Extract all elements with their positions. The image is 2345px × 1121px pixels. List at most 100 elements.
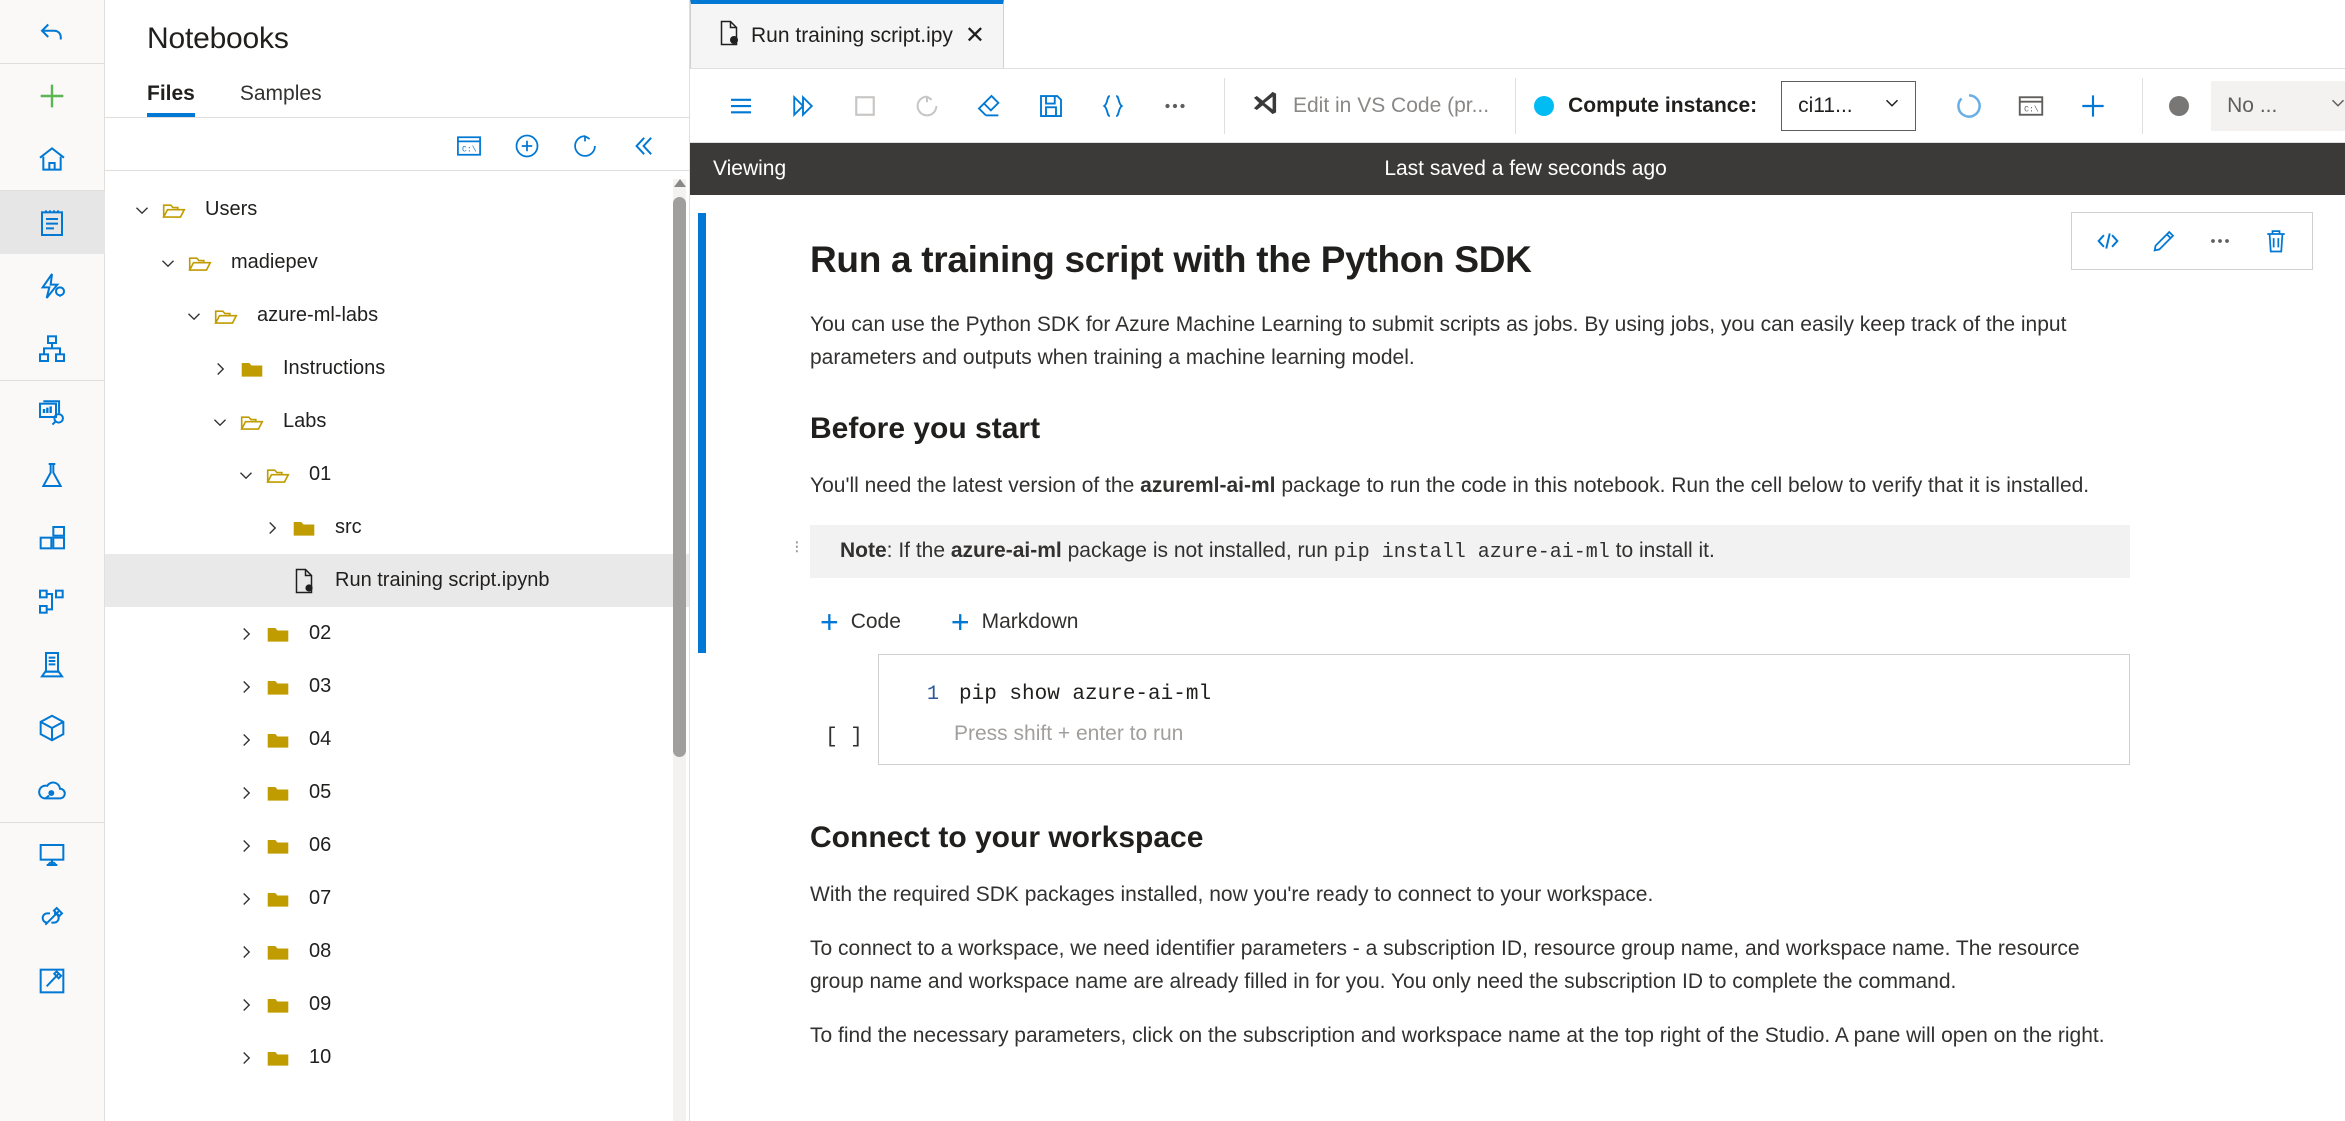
terminal-icon[interactable]: C:\ [2000, 75, 2062, 137]
add-compute-icon[interactable] [2062, 75, 2124, 137]
file-tree-scrollbar[interactable] [673, 179, 686, 1121]
add-markdown-cell-button[interactable]: + Markdown [951, 606, 1079, 638]
refresh-icon[interactable] [571, 132, 599, 160]
chevron-down-icon[interactable] [153, 252, 183, 274]
scrollbar-thumb[interactable] [673, 197, 686, 757]
models-icon[interactable] [0, 696, 105, 759]
chevron-right-icon[interactable] [231, 1047, 261, 1069]
linked-services-icon[interactable] [0, 886, 105, 949]
chevron-down-icon[interactable] [179, 305, 209, 327]
tree-item-03[interactable]: 03 [105, 660, 689, 713]
create-new-icon[interactable] [0, 64, 105, 127]
clear-outputs-icon[interactable] [958, 75, 1020, 137]
environments-icon[interactable] [0, 633, 105, 696]
more-icon[interactable] [1144, 75, 1206, 137]
folder-open-icon [183, 250, 217, 276]
notebook-heading-1: Run a training script with the Python SD… [810, 239, 1532, 280]
chevron-right-icon[interactable] [205, 358, 235, 380]
chevron-right-icon[interactable] [231, 729, 261, 751]
chevron-right-icon[interactable] [231, 676, 261, 698]
tree-item-07[interactable]: 07 [105, 872, 689, 925]
chevron-right-icon[interactable] [231, 994, 261, 1016]
home-icon[interactable] [0, 127, 105, 190]
edit-in-vs-code-button[interactable]: Edit in VS Code (pr... [1243, 89, 1497, 123]
tree-item-10[interactable]: 10 [105, 1031, 689, 1084]
tree-item-label: azure-ml-labs [257, 304, 379, 326]
tree-item-labs[interactable]: Labs [105, 395, 689, 448]
tab-samples[interactable]: Samples [240, 82, 322, 117]
chevron-right-icon[interactable] [231, 835, 261, 857]
compute-status-dot [1534, 95, 1555, 116]
tree-item-04[interactable]: 04 [105, 713, 689, 766]
code-cell[interactable]: 1 pip show azure-ai-ml Press shift + ent… [878, 653, 2130, 765]
tree-item-05[interactable]: 05 [105, 766, 689, 819]
tree-item-label: 07 [309, 887, 332, 909]
automated-ml-icon[interactable] [0, 254, 105, 317]
tree-item-02[interactable]: 02 [105, 607, 689, 660]
endpoints-icon[interactable] [0, 759, 105, 822]
pipelines-icon[interactable] [0, 570, 105, 633]
notebook-paragraph-version: You'll need the latest version of the az… [810, 470, 2130, 503]
chevron-down-icon[interactable] [205, 411, 235, 433]
jobs-icon[interactable] [0, 444, 105, 507]
chevron-right-icon[interactable] [231, 941, 261, 963]
tree-item-madiepev[interactable]: madiepev [105, 236, 689, 289]
add-cell-row: + Code + Markdown [820, 606, 2130, 638]
kernel-status-dot [2169, 95, 2190, 116]
notebook-paragraph-findparams: To find the necessary parameters, click … [810, 1024, 2105, 1048]
tree-item-08[interactable]: 08 [105, 925, 689, 978]
notebooks-icon[interactable] [0, 191, 105, 254]
scroll-up-arrow-icon[interactable] [674, 179, 686, 187]
chevron-down-icon[interactable] [231, 464, 261, 486]
rail-group-create [0, 64, 104, 190]
json-icon[interactable] [1082, 75, 1144, 137]
kernel-select[interactable]: No ... [2211, 80, 2345, 131]
tree-item-azure-ml-labs[interactable]: azure-ml-labs [105, 289, 689, 342]
chevron-down-icon[interactable] [127, 199, 157, 221]
tab-files[interactable]: Files [147, 82, 195, 117]
add-code-cell-button[interactable]: + Code [820, 606, 901, 638]
close-icon[interactable]: ✕ [963, 24, 985, 48]
save-icon[interactable] [1020, 75, 1082, 137]
folder-closed-icon [261, 621, 295, 647]
tree-item-06[interactable]: 06 [105, 819, 689, 872]
stop-icon[interactable] [834, 75, 896, 137]
chevron-right-icon[interactable] [231, 623, 261, 645]
menu-icon[interactable] [710, 75, 772, 137]
convert-to-code-icon[interactable] [2090, 223, 2126, 259]
data-icon[interactable] [0, 381, 105, 444]
back-arrow-icon[interactable] [0, 0, 105, 63]
designer-icon[interactable] [0, 317, 105, 380]
notebook-status-bar: Viewing Last saved a few seconds ago [690, 143, 2345, 195]
tree-item-src[interactable]: src [105, 501, 689, 554]
vs-code-icon [1251, 89, 1279, 123]
compute-instance-select[interactable]: ci11... [1781, 80, 1917, 131]
tree-item-instructions[interactable]: Instructions [105, 342, 689, 395]
terminal-icon[interactable]: C:\ [455, 132, 483, 160]
note-callout: ⁝ Note: If the azure-ai-ml package is no… [794, 524, 2130, 578]
edit-pencil-icon[interactable] [2146, 223, 2182, 259]
data-labeling-icon[interactable] [0, 949, 105, 1012]
code-line-text[interactable]: pip show azure-ai-ml [959, 683, 1211, 706]
restart-icon[interactable] [896, 75, 958, 137]
collapse-icon[interactable] [629, 132, 657, 160]
more-options-icon[interactable] [2202, 223, 2238, 259]
chevron-right-icon[interactable] [231, 782, 261, 804]
compute-spinner-icon[interactable] [1938, 75, 2000, 137]
chevron-right-icon[interactable] [257, 517, 287, 539]
tree-item-01[interactable]: 01 [105, 448, 689, 501]
notebook-body: Run a training script with the Python SD… [690, 195, 2345, 1121]
note-mid: package is not installed, run [1061, 538, 1334, 562]
tree-item-run-training-script-ipynb[interactable]: Run training script.ipynb [105, 554, 689, 607]
add-files-icon[interactable] [513, 132, 541, 160]
run-all-icon[interactable] [772, 75, 834, 137]
notebook-tab[interactable]: Run training script.ipy ✕ [690, 0, 1005, 68]
compute-icon[interactable] [0, 823, 105, 886]
tree-item-label: 03 [309, 675, 332, 697]
components-icon[interactable] [0, 507, 105, 570]
tree-item-09[interactable]: 09 [105, 978, 689, 1031]
tree-item-users[interactable]: Users [105, 183, 689, 236]
delete-trash-icon[interactable] [2258, 223, 2294, 259]
chevron-right-icon[interactable] [231, 888, 261, 910]
compute-instance-label: Compute instance: [1568, 93, 1758, 117]
